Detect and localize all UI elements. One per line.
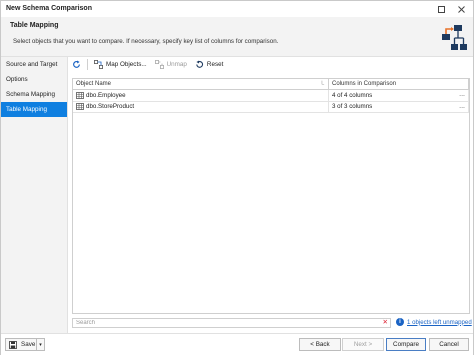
clear-search-icon[interactable]: ✕ <box>383 319 388 327</box>
back-label: < Back <box>310 341 330 348</box>
window-title: New Schema Comparison <box>6 5 92 12</box>
column-header-label: Object Name <box>76 81 112 87</box>
refresh-icon <box>73 60 80 68</box>
reset-button[interactable]: Reset <box>191 58 227 71</box>
reset-icon <box>196 60 203 68</box>
next-button[interactable]: Next > <box>342 338 384 351</box>
table-mapping-panel: Map Objects... Unmap Reset Object Name └… <box>69 57 473 333</box>
info-icon: i <box>396 318 404 326</box>
nav-item-table-mapping[interactable]: Table Mapping <box>1 102 67 117</box>
column-header-label: Columns in Comparison <box>332 81 397 87</box>
compare-label: Compare <box>393 341 419 348</box>
cancel-button[interactable]: Cancel <box>429 338 469 351</box>
page-title: Table Mapping <box>10 22 59 29</box>
unmap-button[interactable]: Unmap <box>151 58 191 71</box>
grid-header: Object Name └ Columns in Comparison <box>73 79 469 90</box>
edit-columns-button[interactable]: ... <box>459 90 465 100</box>
save-dropdown-button[interactable]: ▾ <box>36 338 45 351</box>
cancel-label: Cancel <box>439 341 459 348</box>
schema-diagram-icon <box>442 25 467 50</box>
toolbar-divider <box>87 59 88 70</box>
map-objects-icon <box>94 60 103 69</box>
compare-button[interactable]: Compare <box>386 338 426 351</box>
table-icon <box>76 91 84 99</box>
back-button[interactable]: < Back <box>299 338 341 351</box>
unmapped-objects-link[interactable]: i 1 objects left unmapped <box>396 318 472 326</box>
object-name-cell: dbo.StoreProduct <box>73 101 329 112</box>
mapping-toolbar: Map Objects... Unmap Reset <box>69 57 473 72</box>
close-button[interactable] <box>454 3 468 15</box>
page-subtitle: Select objects that you want to compare.… <box>13 38 279 45</box>
save-button[interactable]: Save <box>5 338 37 351</box>
maximize-button[interactable] <box>434 3 448 15</box>
edit-columns-button[interactable]: ... <box>459 102 465 112</box>
object-name: dbo.StoreProduct <box>86 103 135 111</box>
table-row[interactable]: dbo.Employee 4 of 4 columns ... <box>73 90 469 102</box>
column-header-object-name[interactable]: Object Name └ <box>73 79 329 89</box>
search-input[interactable] <box>73 319 373 327</box>
wizard-nav: Source and Target Options Schema Mapping… <box>1 57 68 333</box>
square-icon <box>437 5 445 13</box>
close-icon <box>457 5 465 13</box>
save-label: Save <box>21 341 36 348</box>
title-bar: New Schema Comparison <box>1 1 473 17</box>
map-objects-label: Map Objects... <box>106 61 147 68</box>
page-header: Table Mapping Select objects that you wa… <box>1 17 473 57</box>
unmapped-objects-label: 1 objects left unmapped <box>407 318 472 326</box>
map-objects-button[interactable]: Map Objects... <box>90 58 151 71</box>
sort-icon: └ <box>319 82 324 88</box>
object-name: dbo.Employee <box>86 91 126 99</box>
search-box: ✕ <box>72 318 391 328</box>
dialog-window: New Schema Comparison Table Mapping Sele… <box>0 0 474 355</box>
nav-item-schema-mapping[interactable]: Schema Mapping <box>1 87 67 102</box>
columns-in-comparison-cell[interactable]: 4 of 4 columns ... <box>329 90 469 101</box>
refresh-button[interactable] <box>69 58 85 71</box>
unmap-icon <box>154 60 164 69</box>
dialog-footer: Save ▾ < Back Next > Compare Cancel <box>1 333 473 355</box>
mapping-grid: Object Name └ Columns in Comparison dbo.… <box>72 78 470 314</box>
reset-label: Reset <box>206 61 224 68</box>
save-icon <box>9 340 17 349</box>
nav-item-options[interactable]: Options <box>1 72 67 87</box>
columns-count: 4 of 4 columns <box>332 91 373 99</box>
chevron-down-icon: ▾ <box>39 341 42 348</box>
next-label: Next > <box>353 341 373 348</box>
unmap-label: Unmap <box>166 61 187 68</box>
column-header-columns-in-comparison[interactable]: Columns in Comparison <box>329 79 469 89</box>
table-row[interactable]: dbo.StoreProduct 3 of 3 columns ... <box>73 101 469 113</box>
table-icon <box>76 103 84 111</box>
object-name-cell: dbo.Employee <box>73 90 329 101</box>
columns-count: 3 of 3 columns <box>332 103 373 111</box>
columns-in-comparison-cell[interactable]: 3 of 3 columns ... <box>329 101 469 112</box>
nav-item-source-and-target[interactable]: Source and Target <box>1 57 67 72</box>
